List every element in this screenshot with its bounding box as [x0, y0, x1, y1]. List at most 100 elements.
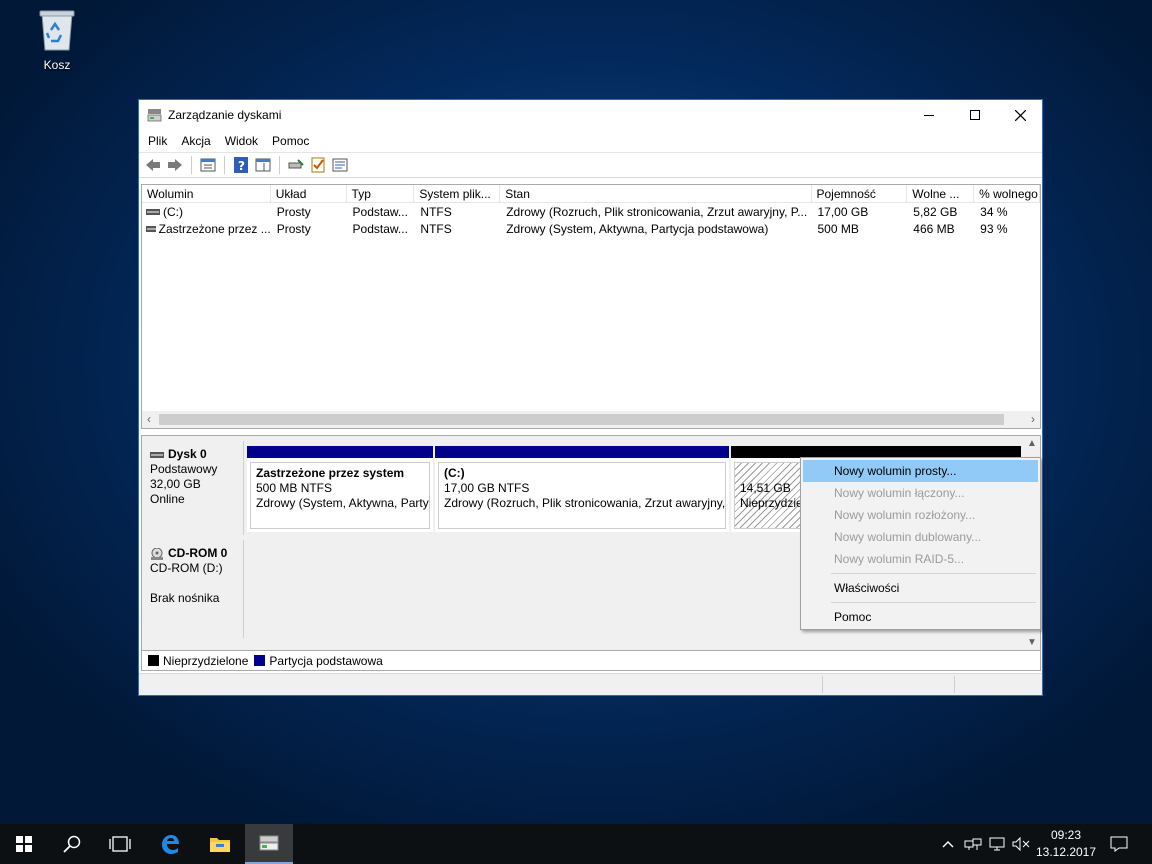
unallocated-swatch [148, 655, 159, 666]
cell-file-system: NTFS [420, 221, 452, 236]
clock[interactable]: 09:23 13.12.2017 [1032, 827, 1100, 861]
network-devices-icon [964, 838, 982, 850]
scroll-left-icon[interactable]: ‹ [147, 412, 151, 426]
disk-0-status: Online [150, 492, 185, 506]
legend-primary-partition: Partycja podstawowa [269, 653, 383, 668]
taskbar: 09:23 13.12.2017 [0, 824, 1152, 864]
maximize-button[interactable] [952, 100, 998, 130]
show-hidden-icons-button[interactable] [942, 824, 954, 864]
start-button[interactable] [0, 824, 48, 864]
menu-help[interactable]: Pomoc [265, 134, 316, 148]
disk-management-taskbar-button[interactable] [245, 824, 293, 864]
console-tree-icon [200, 158, 216, 172]
help-icon: ? [234, 157, 248, 173]
maximize-icon [970, 110, 980, 120]
column-free-space[interactable]: Wolne ... [907, 185, 975, 202]
search-button[interactable] [48, 824, 96, 864]
primary-partition-bar [247, 446, 433, 458]
cell-type: Podstaw... [352, 221, 408, 236]
menu-help[interactable]: Pomoc [803, 606, 1038, 628]
menu-separator [831, 573, 1036, 574]
file-explorer-button[interactable] [196, 824, 244, 864]
menu-new-raid5-volume[interactable]: Nowy wolumin RAID-5... [803, 548, 1038, 570]
column-volume[interactable]: Wolumin [142, 185, 271, 202]
toolbar-separator [224, 156, 225, 174]
speaker-muted-icon [1012, 837, 1030, 851]
cell-free-space: 466 MB [913, 221, 955, 236]
properties-check-button[interactable] [308, 155, 328, 175]
column-layout[interactable]: Układ [271, 185, 347, 202]
cell-file-system: NTFS [420, 204, 452, 219]
cell-volume: (C:) [163, 204, 183, 219]
partition-size: 17,00 GB NTFS [444, 481, 530, 495]
title-bar[interactable]: Zarządzanie dyskami [139, 100, 1042, 130]
task-view-button[interactable] [96, 824, 144, 864]
action-pane-icon [255, 158, 271, 172]
partition-c-drive[interactable]: (C:) 17,00 GB NTFS Zdrowy (Rozruch, Plik… [435, 446, 729, 532]
partition-status: Zdrowy (System, Aktywna, Partycja podsta… [256, 496, 429, 510]
scrollbar-thumb[interactable] [159, 414, 1004, 425]
disk-management-icon [259, 835, 279, 851]
toolbar-separator [191, 156, 192, 174]
connect-disk-button[interactable] [286, 155, 306, 175]
close-button[interactable] [997, 100, 1043, 130]
edge-browser-button[interactable] [146, 824, 194, 864]
action-center-button[interactable] [1110, 824, 1128, 864]
menu-new-spanned-volume[interactable]: Nowy wolumin łączony... [803, 482, 1038, 504]
help-button[interactable]: ? [231, 155, 251, 175]
partition-title: (C:) [444, 466, 465, 480]
chevron-up-icon [942, 841, 954, 848]
partition-status: Zdrowy (Rozruch, Plik stronicowania, Zrz… [444, 496, 726, 510]
volume-button[interactable] [1012, 824, 1030, 864]
cell-type: Podstaw... [352, 204, 408, 219]
disk-0-label[interactable]: Dysk 0 Podstawowy 32,00 GB Online [142, 441, 244, 535]
minimize-button[interactable] [906, 100, 952, 130]
menu-view[interactable]: Widok [218, 134, 265, 148]
task-view-icon [109, 836, 131, 852]
partition-system-reserved[interactable]: Zastrzeżone przez system 500 MB NTFS Zdr… [247, 446, 433, 532]
menu-new-striped-volume[interactable]: Nowy wolumin rozłożony... [803, 504, 1038, 526]
menu-properties[interactable]: Właściwości [803, 577, 1038, 599]
volume-icon [146, 225, 156, 232]
cd-rom-icon [151, 547, 163, 560]
column-percent-free[interactable]: % wolnego [974, 185, 1040, 202]
show-action-pane-button[interactable] [253, 155, 273, 175]
notification-icon [1110, 836, 1128, 852]
checklist-icon [311, 157, 325, 173]
column-capacity[interactable]: Pojemność [812, 185, 908, 202]
column-status[interactable]: Stan [500, 185, 812, 202]
recycle-bin-icon [37, 8, 77, 52]
horizontal-scrollbar[interactable]: ‹ › [142, 411, 1040, 428]
menu-bar: Plik Akcja Widok Pomoc [139, 130, 1042, 152]
disk-management-icon [147, 109, 162, 122]
menu-action[interactable]: Akcja [174, 134, 217, 148]
status-bar [139, 673, 1042, 695]
scroll-up-icon[interactable]: ▲ [1027, 438, 1037, 449]
menu-separator [831, 602, 1036, 603]
scroll-down-icon[interactable]: ▼ [1027, 637, 1037, 648]
menu-new-simple-volume[interactable]: Nowy wolumin prosty... [803, 460, 1038, 482]
clock-time: 09:23 [1050, 828, 1082, 842]
scroll-right-icon[interactable]: › [1031, 412, 1035, 426]
show-console-tree-button[interactable] [198, 155, 218, 175]
volume-icon [146, 208, 160, 215]
cell-status: Zdrowy (Rozruch, Plik stronicowania, Zrz… [506, 204, 808, 219]
disk-0-name: Dysk 0 [168, 447, 207, 461]
settings-list-button[interactable] [330, 155, 350, 175]
back-button[interactable] [143, 155, 163, 175]
cdrom-0-label[interactable]: CD-ROM 0 CD-ROM (D:) Brak nośnika [142, 540, 244, 638]
recycle-bin-shortcut[interactable]: Kosz [22, 8, 92, 72]
column-file-system[interactable]: System plik... [414, 185, 501, 202]
toolbar: ? [139, 152, 1042, 178]
cell-capacity: 17,00 GB [817, 204, 869, 219]
table-row[interactable]: Zastrzeżone przez ... Prosty Podstaw... … [142, 220, 1040, 237]
column-type[interactable]: Typ [347, 185, 415, 202]
menu-new-mirrored-volume[interactable]: Nowy wolumin dublowany... [803, 526, 1038, 548]
network-button[interactable] [988, 824, 1006, 864]
menu-file[interactable]: Plik [141, 134, 174, 148]
folder-icon [210, 838, 230, 852]
list-icon [332, 158, 348, 172]
tray-app-button[interactable] [964, 824, 982, 864]
forward-button[interactable] [165, 155, 185, 175]
table-row[interactable]: (C:) Prosty Podstaw... NTFS Zdrowy (Rozr… [142, 203, 1040, 220]
